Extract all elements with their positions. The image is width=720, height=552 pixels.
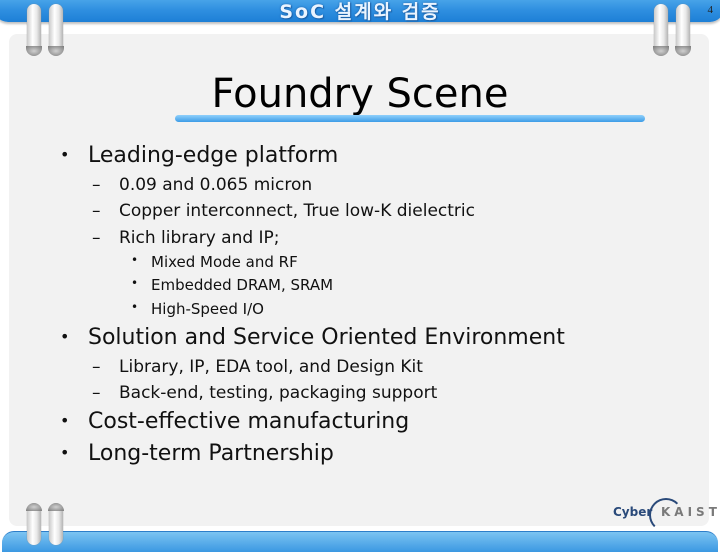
binder-ring-icon <box>48 503 64 545</box>
sub-bullet-text: Library, IP, EDA tool, and Design Kit <box>119 357 423 377</box>
bullet-icon: • <box>131 300 139 314</box>
binder-ring-icon <box>26 503 42 545</box>
bullet-text: Solution and Service Oriented Environmen… <box>88 325 565 350</box>
bullet-icon: • <box>131 276 139 290</box>
bullet-text: Long-term Partnership <box>88 441 334 466</box>
binder-ring-icon <box>48 4 64 56</box>
sub-bullet-text: Rich library and IP; <box>119 228 280 248</box>
sub-sub-bullet-text: High-Speed I/O <box>151 300 264 318</box>
dash-icon: – <box>92 383 101 403</box>
bullet-icon: • <box>60 443 70 462</box>
bullet-icon: • <box>60 145 70 164</box>
dash-icon: – <box>92 228 101 248</box>
sub-bullet-text: 0.09 and 0.065 micron <box>119 175 313 195</box>
logo-kaist-text: KAIST <box>661 505 720 519</box>
title-underline <box>175 115 645 122</box>
bullet-text: Leading-edge platform <box>88 143 339 168</box>
page-number: 4 <box>707 4 714 16</box>
bullet-icon: • <box>60 327 70 346</box>
header-title: SoC 설계와 검증 <box>279 1 441 23</box>
logo-cyber-text: Cyber <box>613 505 653 519</box>
dash-icon: – <box>92 201 101 221</box>
sub-sub-bullet-text: Mixed Mode and RF <box>151 253 298 271</box>
bullet-icon: • <box>131 253 139 267</box>
sub-sub-bullet-text: Embedded DRAM, SRAM <box>151 276 334 294</box>
footer-bar <box>2 531 718 552</box>
bullet-icon: • <box>60 411 70 430</box>
cyberkaist-logo: Cyber KAIST <box>613 498 717 532</box>
binder-ring-icon <box>675 4 691 56</box>
binder-ring-icon <box>653 4 669 56</box>
slide-title: Foundry Scene <box>211 71 509 117</box>
binder-ring-icon <box>26 4 42 56</box>
dash-icon: – <box>92 175 101 195</box>
dash-icon: – <box>92 357 101 377</box>
bullet-text: Cost-effective manufacturing <box>88 409 410 434</box>
sub-bullet-text: Back-end, testing, packaging support <box>119 383 438 403</box>
sub-bullet-text: Copper interconnect, True low-K dielectr… <box>119 201 475 221</box>
